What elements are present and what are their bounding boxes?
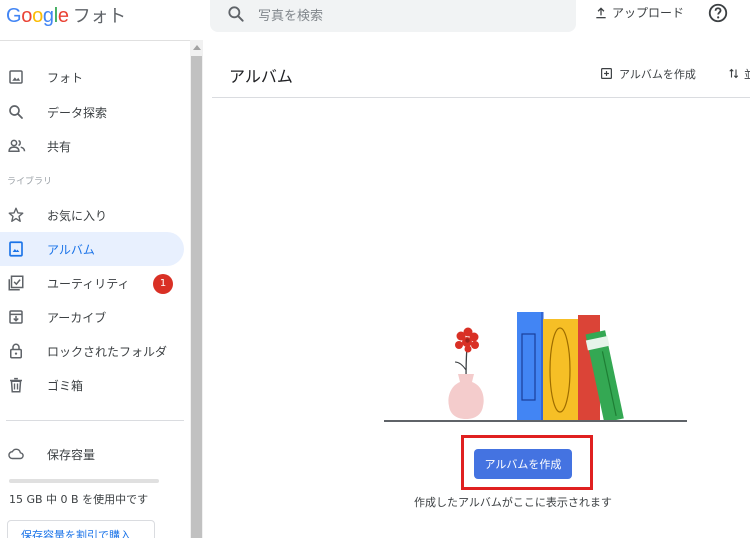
sidebar-item-label: ゴミ箱 — [47, 379, 84, 393]
archive-icon — [7, 308, 25, 326]
people-icon — [7, 137, 26, 155]
sidebar-item-label: 共有 — [47, 140, 72, 154]
sidebar-item-label: アーカイブ — [47, 311, 107, 325]
sidebar-item-label: 保存容量 — [47, 448, 96, 462]
sidebar-item-favorites[interactable]: お気に入り — [0, 198, 184, 232]
page-title: アルバム — [229, 67, 293, 86]
sidebar-item-label: ユーティリティ — [47, 277, 130, 291]
album-icon — [7, 240, 25, 258]
create-album-button[interactable]: アルバムを作成 — [474, 449, 572, 479]
top-bar: Google フォト 写真を検索 アップロード — [0, 0, 750, 40]
create-album-link-label: アルバムを作成 — [619, 68, 696, 81]
lock-icon — [7, 342, 25, 360]
search-input[interactable]: 写真を検索 — [258, 5, 323, 24]
empty-albums-illustration — [384, 302, 689, 426]
storage-usage-text: 15 GB 中 0 B を使用中です — [9, 493, 149, 506]
create-album-link[interactable]: アルバムを作成 — [600, 66, 696, 82]
sidebar-item-label: アルバム — [47, 243, 95, 257]
sidebar-item-trash[interactable]: ゴミ箱 — [0, 368, 184, 402]
sort-label: 並 — [744, 68, 750, 81]
sort-button[interactable]: 並 — [728, 66, 750, 82]
library-section-label: ライブラリ — [7, 177, 53, 187]
help-icon[interactable] — [707, 2, 729, 28]
cloud-icon — [7, 445, 25, 463]
upload-button[interactable]: アップロード — [594, 4, 684, 22]
sidebar-item-storage[interactable]: 保存容量 — [0, 437, 184, 471]
google-photos-logo[interactable]: Google フォト — [6, 2, 126, 28]
sidebar-item-albums[interactable]: アルバム — [0, 232, 184, 266]
sidebar-divider — [6, 420, 184, 421]
main-content: アルバム アルバムを作成 並 アルバムを作成 作成したアルバムがここに表示されま… — [212, 40, 750, 538]
photo-icon — [7, 68, 25, 86]
upload-label: アップロード — [612, 6, 685, 20]
checklist-icon — [7, 274, 25, 292]
storage-usage-bar — [9, 479, 159, 483]
sidebar: フォト データ探索 共有 ライブラリ お気に入り アルバム ユーティリティ 1 … — [0, 40, 190, 538]
sort-icon — [729, 68, 739, 79]
scroll-up-arrow[interactable] — [193, 45, 201, 50]
sidebar-item-sharing[interactable]: 共有 — [0, 129, 184, 163]
scrollbar-thumb[interactable] — [191, 56, 202, 538]
vase-illustration — [448, 374, 484, 419]
sidebar-item-locked-folder[interactable]: ロックされたフォルダ — [0, 334, 184, 368]
main-header: アルバム アルバムを作成 並 — [212, 40, 750, 98]
product-name: フォト — [72, 6, 126, 27]
sidebar-item-explore[interactable]: データ探索 — [0, 95, 184, 129]
search-icon — [7, 103, 25, 121]
star-icon — [7, 206, 25, 224]
search-box[interactable]: 写真を検索 — [210, 0, 576, 32]
upload-icon — [596, 7, 606, 19]
notification-badge: 1 — [153, 274, 173, 294]
empty-state-message: 作成したアルバムがここに表示されます — [414, 496, 612, 509]
sidebar-item-label: フォト — [47, 71, 84, 85]
trash-icon — [7, 376, 25, 394]
sidebar-item-label: データ探索 — [47, 106, 108, 120]
sidebar-scrollbar[interactable] — [190, 40, 203, 538]
buy-storage-button[interactable]: 保存容量を割引で購入 — [7, 520, 155, 538]
books-illustration — [517, 312, 624, 423]
sidebar-item-label: お気に入り — [47, 209, 108, 223]
sidebar-item-photos[interactable]: フォト — [0, 60, 184, 94]
logo-word: Google — [6, 5, 69, 27]
sidebar-item-label: ロックされたフォルダ — [47, 345, 168, 359]
buy-storage-label: 保存容量を割引で購入 — [21, 529, 131, 538]
search-icon[interactable] — [226, 4, 246, 28]
sidebar-item-archive[interactable]: アーカイブ — [0, 300, 184, 334]
add-box-icon — [601, 68, 612, 79]
